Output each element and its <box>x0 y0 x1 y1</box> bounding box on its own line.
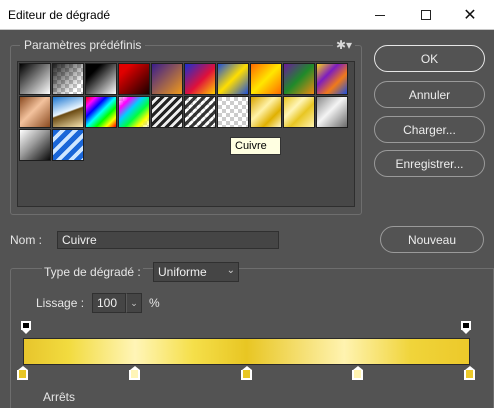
color-stop[interactable] <box>240 366 252 381</box>
preset-tooltip: Cuivre <box>230 137 281 155</box>
preset-gold[interactable] <box>250 96 282 128</box>
minimize-icon <box>375 14 385 16</box>
gradient-type-label: Type de dégradé : <box>42 265 143 279</box>
gradient-type-value: Uniforme <box>158 265 207 279</box>
preset-cuivre-selected[interactable] <box>283 96 315 128</box>
preset-steel[interactable] <box>316 96 348 128</box>
preset-violet-green-orange[interactable] <box>283 63 315 95</box>
chevron-down-icon: ⌄ <box>226 265 235 276</box>
preset-copper[interactable] <box>19 96 51 128</box>
close-icon: ✕ <box>463 5 477 24</box>
preset-transparent[interactable] <box>217 96 249 128</box>
name-input[interactable]: Cuivre <box>57 231 279 249</box>
preset-black-white[interactable] <box>19 63 51 95</box>
maximize-icon <box>421 10 431 20</box>
gear-icon[interactable]: ✱▾ <box>333 38 356 52</box>
preset-blue-yellow-blue[interactable] <box>217 63 249 95</box>
preset-blue-red-yellow[interactable] <box>184 63 216 95</box>
load-button[interactable]: Charger... <box>374 116 485 143</box>
maximize-button[interactable] <box>408 0 444 30</box>
name-label: Nom : <box>10 233 43 247</box>
gradient-preview-bar[interactable] <box>23 338 470 365</box>
color-stop[interactable] <box>128 366 140 381</box>
color-stop[interactable] <box>464 366 475 381</box>
preset-yellow-violet-orange-blue[interactable] <box>316 63 348 95</box>
opacity-stop-right[interactable] <box>461 321 471 334</box>
opacity-stop-left[interactable] <box>21 321 31 334</box>
preset-swatch-grid <box>17 61 355 207</box>
preset-stripes-transparent[interactable] <box>184 96 216 128</box>
minimize-button[interactable] <box>362 0 398 30</box>
ok-button[interactable]: OK <box>374 45 485 72</box>
preset-blue-white-stripes[interactable] <box>52 129 84 161</box>
title-bar: Editeur de dégradé ✕ <box>0 0 494 30</box>
new-button[interactable]: Nouveau <box>380 226 484 253</box>
save-button[interactable]: Enregistrer... <box>374 150 485 177</box>
preset-red-black[interactable] <box>118 63 150 95</box>
color-stop[interactable] <box>352 366 364 381</box>
preset-transparent-rainbow[interactable] <box>118 96 150 128</box>
preset-transparent-stripes[interactable] <box>151 96 183 128</box>
smoothness-chevron-icon[interactable]: ⌄ <box>126 293 142 313</box>
stops-section-label: Arrêts <box>40 390 79 404</box>
color-stop[interactable] <box>17 366 28 381</box>
gradient-type-select[interactable]: Uniforme ⌄ <box>153 262 239 282</box>
presets-label: Paramètres prédéfinis <box>20 38 146 52</box>
preset-spectrum[interactable] <box>85 96 117 128</box>
preset-silver-dark[interactable] <box>19 129 51 161</box>
smoothness-input[interactable]: 100 <box>92 293 126 313</box>
smoothness-unit: % <box>149 296 160 310</box>
cancel-button[interactable]: Annuler <box>374 81 485 108</box>
preset-black-transparent[interactable] <box>52 63 84 95</box>
preset-chrome[interactable] <box>52 96 84 128</box>
window-title: Editeur de dégradé <box>8 8 111 22</box>
preset-black-to-white[interactable] <box>85 63 117 95</box>
preset-violet-orange[interactable] <box>151 63 183 95</box>
preset-orange-yellow-orange[interactable] <box>250 63 282 95</box>
close-button[interactable]: ✕ <box>452 0 488 30</box>
smoothness-label: Lissage : <box>36 296 85 310</box>
